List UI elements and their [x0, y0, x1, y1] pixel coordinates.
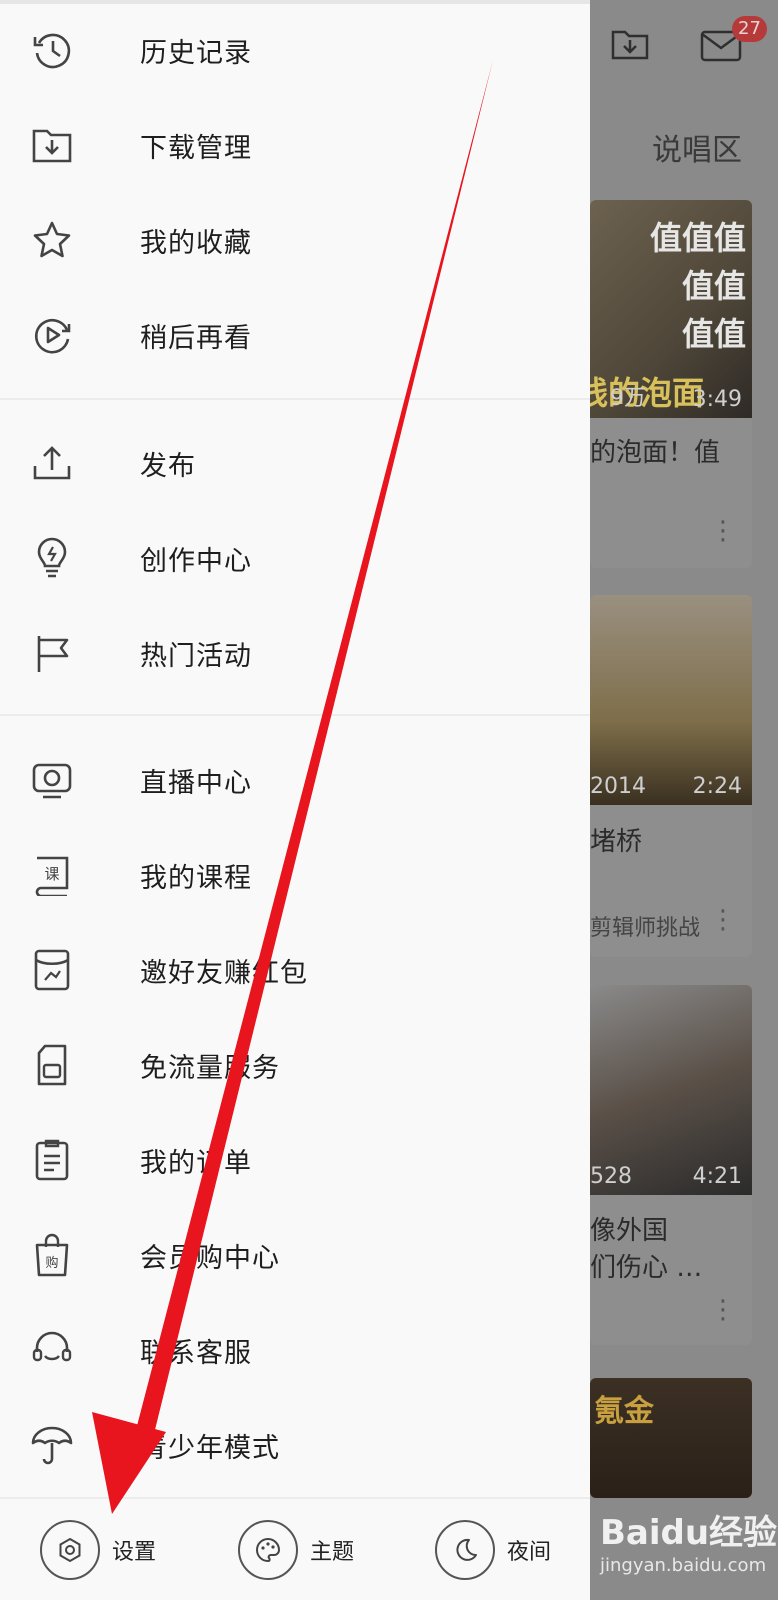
video-title-line1: 像外国	[590, 1216, 669, 1246]
night-mode-label: 夜间	[507, 1540, 552, 1565]
menu-item-downloads[interactable]: 下载管理	[0, 100, 590, 190]
menu-item-live-center[interactable]: 直播中心	[0, 735, 590, 825]
theme-label: 主题	[310, 1540, 355, 1565]
menu-item-label: 我的课程	[140, 862, 252, 894]
menu-item-favorites[interactable]: 我的收藏	[0, 195, 590, 285]
palette-icon	[238, 1520, 298, 1580]
video-title-line2: 们伤心 …	[590, 1253, 703, 1283]
message-count-badge: 27	[732, 16, 767, 42]
headset-icon	[30, 1328, 74, 1372]
more-options-icon[interactable]: ⋮	[710, 1297, 736, 1323]
video-card[interactable]: 2014 2:24 堵桥 剪辑师挑战 ⋮	[590, 595, 752, 957]
upload-icon	[30, 441, 74, 485]
menu-item-hot-events[interactable]: 热门活动	[0, 608, 590, 698]
night-mode-button[interactable]: 夜间	[435, 1519, 551, 1581]
moon-icon	[435, 1520, 495, 1580]
settings-gear-icon	[40, 1520, 100, 1580]
view-count: 2014	[590, 774, 646, 799]
menu-item-label: 我的订单	[140, 1147, 252, 1179]
baidu-watermark-url: jingyan.baidu.com	[600, 1555, 767, 1576]
menu-item-label: 青少年模式	[140, 1432, 280, 1464]
video-thumbnail: 2014 2:24	[590, 595, 752, 805]
theme-button[interactable]: 主题	[238, 1519, 354, 1581]
thumbnail-overlay-text: 值值值 值值 值值	[649, 219, 746, 353]
video-thumbnail: 528 4:21	[590, 985, 752, 1195]
menu-item-watch-later[interactable]: 稍后再看	[0, 290, 590, 380]
menu-item-my-courses[interactable]: 课 我的课程	[0, 830, 590, 920]
shopping-bag-icon: 购	[30, 1233, 74, 1277]
menu-item-label: 创作中心	[140, 545, 252, 577]
side-drawer: 历史记录 下载管理 我的收藏 稍后再看 发布 创作中心 热门活动 直播中心 课 …	[0, 0, 590, 1600]
menu-item-label: 我的收藏	[140, 227, 252, 259]
flag-icon	[30, 631, 74, 675]
tab-rap-zone[interactable]: 说唱区	[652, 125, 742, 169]
menu-item-teen-mode[interactable]: 青少年模式	[0, 1400, 590, 1490]
section-divider	[0, 714, 590, 716]
menu-item-label: 热门活动	[140, 640, 252, 672]
menu-item-label: 下载管理	[140, 132, 252, 164]
video-title: 的泡面！值	[590, 438, 721, 468]
video-tag: 剪辑师挑战	[590, 916, 701, 941]
sim-card-icon	[30, 1043, 74, 1087]
watch-later-icon	[30, 313, 74, 357]
menu-item-label: 邀好友赚红包	[140, 957, 308, 989]
video-thumbnail: 氪金	[590, 1378, 752, 1498]
video-card[interactable]: 值值值 值值 值值 线的泡面 9万 3:49 的泡面！值 ⋮	[590, 200, 752, 568]
thumbnail-caption: 线的泡面	[590, 374, 705, 412]
menu-item-label: 免流量服务	[140, 1052, 280, 1084]
menu-item-label: 联系客服	[140, 1337, 252, 1369]
menu-item-my-orders[interactable]: 我的订单	[0, 1115, 590, 1205]
history-icon	[30, 28, 74, 72]
menu-item-invite-friends[interactable]: 邀好友赚红包	[0, 925, 590, 1015]
more-options-icon[interactable]: ⋮	[710, 907, 736, 933]
video-duration: 3:49	[692, 387, 742, 412]
video-duration: 2:24	[692, 774, 742, 799]
red-envelope-icon	[30, 948, 74, 992]
menu-item-label: 会员购中心	[140, 1242, 280, 1274]
video-thumbnail: 值值值 值值 值值 线的泡面 9万 3:49	[590, 200, 752, 418]
menu-item-label: 发布	[140, 450, 196, 482]
umbrella-icon	[30, 1423, 74, 1467]
download-folder-icon	[30, 123, 74, 167]
section-divider	[0, 398, 590, 400]
video-card[interactable]: 528 4:21 像外国 们伤心 … ⋮	[590, 985, 752, 1345]
thumbnail-overlay-text: 氪金	[594, 1394, 654, 1429]
course-book-icon: 课	[30, 853, 74, 897]
svg-text:课: 课	[44, 865, 59, 883]
baidu-watermark: Baidu经验	[600, 1513, 778, 1553]
star-icon	[30, 218, 74, 262]
order-clipboard-icon	[30, 1138, 74, 1182]
settings-button[interactable]: 设置	[40, 1519, 156, 1581]
download-folder-icon	[610, 26, 650, 71]
menu-item-member-shop[interactable]: 购 会员购中心	[0, 1210, 590, 1300]
menu-item-history[interactable]: 历史记录	[0, 5, 590, 95]
view-count: 528	[590, 1164, 632, 1189]
video-card[interactable]: 氪金	[590, 1378, 752, 1498]
video-duration: 4:21	[692, 1164, 742, 1189]
menu-item-data-free-service[interactable]: 免流量服务	[0, 1020, 590, 1110]
menu-item-label: 直播中心	[140, 767, 252, 799]
menu-item-label: 历史记录	[140, 37, 252, 69]
settings-label: 设置	[112, 1540, 157, 1565]
menu-item-customer-service[interactable]: 联系客服	[0, 1305, 590, 1395]
lightbulb-icon	[30, 536, 74, 580]
drawer-top-divider	[0, 0, 590, 4]
view-count: 9万	[610, 386, 646, 411]
menu-item-creator-center[interactable]: 创作中心	[0, 513, 590, 603]
more-options-icon[interactable]: ⋮	[710, 518, 736, 544]
svg-text:购: 购	[45, 1255, 58, 1271]
video-title: 堵桥	[590, 827, 643, 857]
drawer-bottom-bar: 设置 主题 夜间	[0, 1497, 590, 1600]
menu-item-publish[interactable]: 发布	[0, 418, 590, 508]
menu-item-label: 稍后再看	[140, 322, 252, 354]
live-tv-icon	[30, 758, 74, 802]
